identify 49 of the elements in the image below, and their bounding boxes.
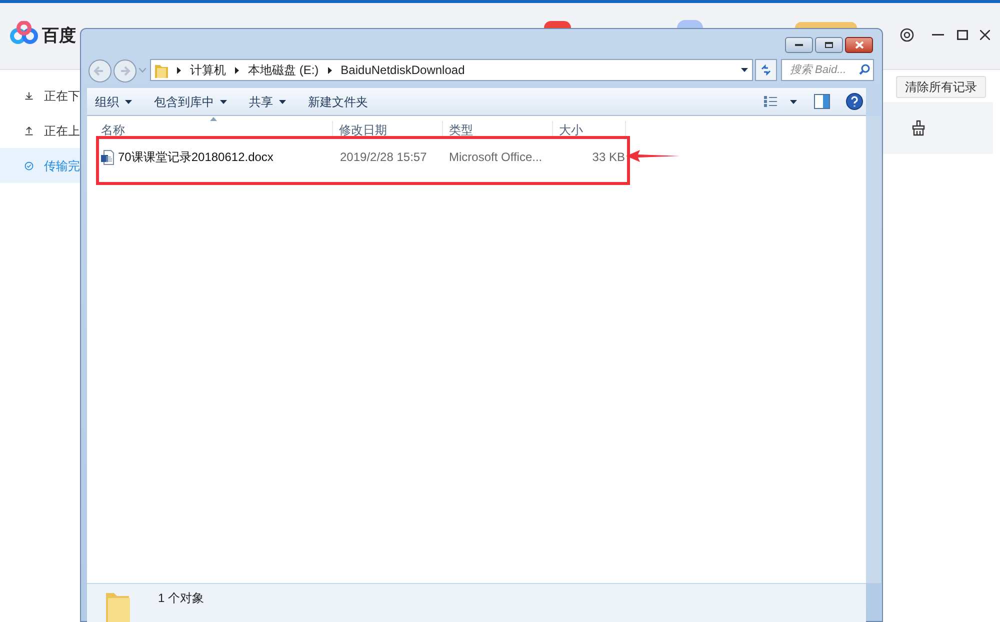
help-icon[interactable] <box>846 93 863 110</box>
address-bar[interactable]: 计算机 本地磁盘 (E:) BaiduNetdiskDownload <box>150 59 753 81</box>
close-icon[interactable] <box>980 30 990 40</box>
close-icon <box>854 41 864 49</box>
document-icon <box>101 150 114 164</box>
caret-icon <box>279 100 286 104</box>
modified-date: 2019/2/28 15:57 <box>340 149 428 166</box>
caret-icon <box>125 100 132 104</box>
breadcrumb-item[interactable]: 计算机 <box>190 61 226 79</box>
view-options-icon[interactable] <box>764 96 797 107</box>
toolbar-button[interactable]: 组织 <box>93 93 134 111</box>
toolbar-button[interactable]: 新建文件夹 <box>306 93 370 111</box>
clear-records-button[interactable]: 清除所有记录 <box>896 76 986 98</box>
minimize-icon[interactable] <box>932 34 944 36</box>
search-field[interactable]: 搜索 Baid... <box>781 59 874 81</box>
cloud-logo-icon <box>10 21 38 45</box>
broom-icon[interactable] <box>911 120 926 136</box>
settings-icon[interactable] <box>900 28 914 42</box>
toolbar-button[interactable]: 共享 <box>247 93 288 111</box>
badge <box>544 21 571 28</box>
maximize-icon[interactable] <box>957 30 968 40</box>
refresh-button[interactable] <box>755 59 777 81</box>
app-logo-text: 百度 <box>42 25 76 47</box>
search-icon[interactable] <box>859 64 870 75</box>
breadcrumb-item[interactable]: 本地磁盘 (E:) <box>248 61 319 79</box>
file-size: 33 KB <box>592 149 625 166</box>
minimize-button[interactable] <box>785 37 813 53</box>
toolbar-button[interactable]: 包含到库中 <box>152 93 229 111</box>
chevron-icon[interactable] <box>235 66 239 74</box>
chevron-icon[interactable] <box>177 66 181 74</box>
preview-pane-icon[interactable] <box>814 94 830 109</box>
breadcrumb-item[interactable]: BaiduNetdiskDownload <box>340 61 465 79</box>
column-header[interactable]: 类型 <box>449 123 473 137</box>
close-button[interactable] <box>845 37 873 53</box>
sidebar-item[interactable]: 正在下 <box>0 78 80 113</box>
caret-icon <box>220 100 227 104</box>
sort-arrow-icon <box>210 117 217 121</box>
chevron-icon[interactable] <box>328 66 332 74</box>
status-text: 1 个对象 <box>158 590 204 607</box>
column-header[interactable]: 修改日期 <box>339 123 387 137</box>
folder-icon <box>155 62 168 78</box>
sidebar-item[interactable]: 正在上 <box>0 113 80 148</box>
file-type: Microsoft Office... <box>449 150 542 164</box>
caret-icon <box>741 68 748 72</box>
restore-button[interactable] <box>815 37 843 53</box>
refresh-icon <box>760 64 772 76</box>
column-header[interactable]: 名称 <box>101 123 125 137</box>
column-header[interactable]: 大小 <box>559 123 583 137</box>
file-name[interactable]: 70课课堂记录20180612.docx <box>118 148 274 166</box>
